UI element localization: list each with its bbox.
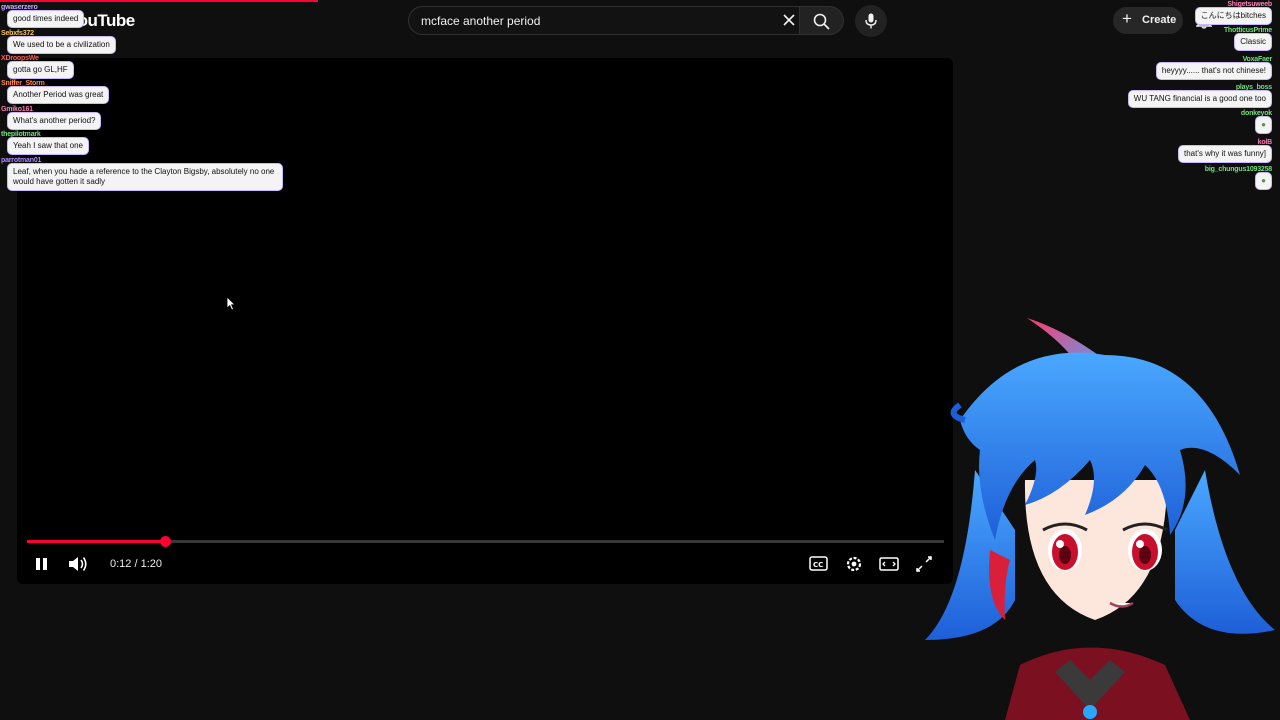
chat-message-text: Another Period was great: [7, 86, 110, 104]
seek-bar[interactable]: [27, 536, 944, 547]
pause-icon[interactable]: [30, 553, 54, 575]
chat-message-text: heyyyy...... that's not chinese!: [1155, 62, 1272, 80]
captions-icon[interactable]: CC: [807, 553, 831, 575]
vtuber-avatar: [925, 318, 1275, 720]
chat-message-text: WU TANG financial is a good one too: [1127, 90, 1272, 108]
video-player[interactable]: 0:12 / 1:20 CC: [17, 58, 953, 584]
chat-message-text: Classic: [1234, 33, 1272, 51]
chat-message-text: gotta go GL,HF: [7, 61, 74, 79]
create-button[interactable]: + Create: [1113, 7, 1183, 34]
search-input[interactable]: mcface another period: [408, 6, 800, 35]
chat-message-text: What's another period?: [7, 112, 102, 130]
chat-emote-icon: ●: [1255, 116, 1272, 134]
svg-text:CC: CC: [813, 561, 823, 569]
clear-search-icon[interactable]: [779, 10, 799, 30]
mouse-pointer-icon: [226, 296, 236, 311]
chat-message-text: We used to be a civilization: [7, 36, 116, 54]
create-label: Create: [1142, 14, 1177, 26]
theater-mode-icon[interactable]: [877, 553, 901, 575]
search-query-text: mcface another period: [421, 14, 541, 28]
seek-bar-scrubber[interactable]: [159, 536, 171, 547]
chat-message-text: that's why it was funny]: [1177, 145, 1272, 163]
search-button[interactable]: [800, 6, 844, 35]
settings-gear-icon[interactable]: [842, 553, 866, 575]
chat-message-text: good times indeed: [7, 10, 85, 28]
time-display: 0:12 / 1:20: [110, 558, 162, 570]
plus-icon: +: [1122, 9, 1132, 28]
chat-message-text: Leaf, when you hade a reference to the C…: [7, 163, 283, 191]
chat-emote-icon: ●: [1255, 172, 1272, 190]
chat-message-text: こんにちはbitches: [1194, 7, 1272, 25]
voice-search-button[interactable]: [855, 5, 887, 37]
search-icon: [813, 13, 830, 30]
volume-icon[interactable]: [66, 553, 90, 575]
page-load-progress: [0, 0, 318, 2]
chat-message-text: Yeah I saw that one: [7, 137, 89, 155]
microphone-icon: [865, 13, 877, 29]
seek-bar-played: [27, 540, 165, 543]
